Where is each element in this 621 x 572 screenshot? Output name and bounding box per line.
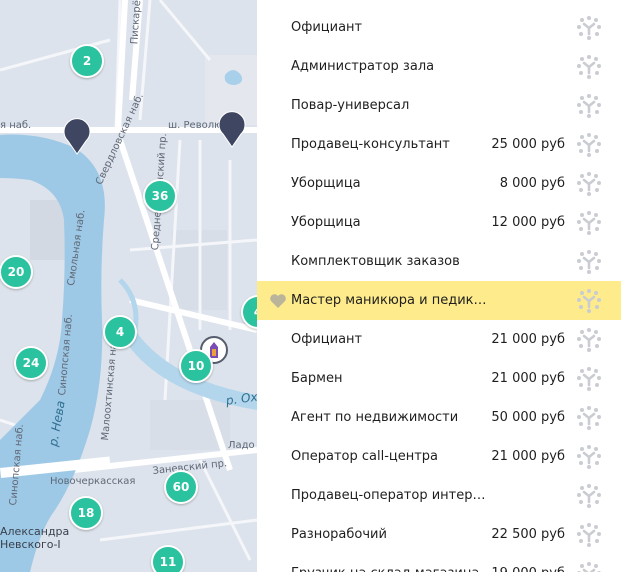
vacancy-row[interactable]: Уборщица 12 000 руб (257, 203, 621, 242)
vacancy-row[interactable]: Повар-универсал (257, 86, 621, 125)
map-cluster-marker[interactable]: 36 (143, 179, 177, 213)
vacancy-row[interactable]: Продавец-консультант 25 000 руб (257, 125, 621, 164)
company-logo-icon (577, 522, 601, 547)
company-logo-icon (577, 366, 601, 391)
company-logo-icon (577, 54, 601, 79)
vacancy-title: Повар-универсал (291, 98, 410, 113)
vacancy-salary: 21 000 руб (491, 371, 565, 386)
map-cluster-marker[interactable]: 24 (14, 346, 48, 380)
company-logo-icon (577, 249, 601, 274)
vacancy-title: Официант (291, 20, 363, 35)
vacancy-title: Грузчик на склад магазина (291, 566, 479, 572)
vacancy-salary: 8 000 руб (499, 176, 565, 191)
map-cluster-marker[interactable]: 2 (70, 44, 104, 78)
company-logo-icon (577, 405, 601, 430)
company-logo-icon (577, 327, 601, 352)
map-cluster-marker[interactable]: 4 (103, 315, 137, 349)
company-logo-icon (577, 483, 601, 508)
map-cluster-marker[interactable]: 18 (69, 496, 103, 530)
vacancy-row[interactable]: Официант 21 000 руб (257, 320, 621, 359)
street-label: Новочеркасская (50, 476, 136, 487)
company-logo-icon (577, 288, 601, 313)
vacancy-salary: 25 000 руб (491, 137, 565, 152)
vacancy-title: Комплектовщик заказов (291, 254, 460, 269)
vacancy-row[interactable]: Мастер маникюра и педик… (257, 281, 621, 320)
map-view[interactable]: Пискарёв ш. Революц я наб. Свердловская … (0, 0, 257, 572)
vacancy-row[interactable]: Официант (257, 8, 621, 47)
company-logo-icon (577, 561, 601, 572)
vacancy-row[interactable]: Разнорабочий 22 500 руб (257, 515, 621, 554)
map-cluster-marker[interactable]: 10 (179, 349, 213, 383)
vacancy-row[interactable]: Уборщица 8 000 руб (257, 164, 621, 203)
map-cluster-marker[interactable]: 60 (164, 470, 198, 504)
heart-icon[interactable] (269, 293, 287, 309)
company-logo-icon (577, 210, 601, 235)
company-logo-icon (577, 15, 601, 40)
vacancy-row[interactable]: Комплектовщик заказов (257, 242, 621, 281)
vacancy-title: Разнорабочий (291, 527, 387, 542)
company-logo-icon (577, 93, 601, 118)
map-pin-icon[interactable] (217, 110, 247, 148)
vacancy-list[interactable]: Официант Администратор зала Повар-универ… (257, 0, 621, 572)
vacancy-title: Бармен (291, 371, 343, 386)
vacancy-row[interactable]: Продавец-оператор интер… (257, 476, 621, 515)
map-pin-icon[interactable] (62, 117, 92, 155)
vacancy-title: Официант (291, 332, 363, 347)
vacancy-row[interactable]: Администратор зала (257, 47, 621, 86)
vacancy-row[interactable]: Бармен 21 000 руб (257, 359, 621, 398)
vacancy-salary: 12 000 руб (491, 215, 565, 230)
vacancy-title: Оператор call-центра (291, 449, 439, 464)
vacancy-salary: 21 000 руб (491, 332, 565, 347)
vacancy-salary: 50 000 руб (491, 410, 565, 425)
company-logo-icon (577, 171, 601, 196)
vacancy-row[interactable]: Агент по недвижимости 50 000 руб (257, 398, 621, 437)
company-logo-icon (577, 132, 601, 157)
vacancy-title: Продавец-оператор интер… (291, 488, 486, 503)
company-logo-icon (577, 444, 601, 469)
vacancy-title: Продавец-консультант (291, 137, 450, 152)
vacancy-row[interactable]: Оператор call-центра 21 000 руб (257, 437, 621, 476)
vacancy-row[interactable]: Грузчик на склад магазина 19 000 руб (257, 554, 621, 572)
vacancy-title: Агент по недвижимости (291, 410, 459, 425)
vacancy-salary: 21 000 руб (491, 449, 565, 464)
vacancy-salary: 22 500 руб (491, 527, 565, 542)
street-label: Ладо (228, 440, 255, 451)
vacancy-title: Администратор зала (291, 59, 435, 74)
vacancy-title: Уборщица (291, 176, 361, 191)
vacancy-title: Мастер маникюра и педик… (291, 293, 487, 308)
street-label: я наб. (0, 120, 32, 131)
vacancy-salary: 19 000 руб (491, 566, 565, 572)
map-cluster-marker[interactable]: 11 (151, 545, 185, 572)
vacancy-title: Уборщица (291, 215, 361, 230)
map-cluster-marker[interactable]: 20 (0, 255, 33, 289)
metro-station-label: Александра Невского-I (0, 525, 70, 551)
